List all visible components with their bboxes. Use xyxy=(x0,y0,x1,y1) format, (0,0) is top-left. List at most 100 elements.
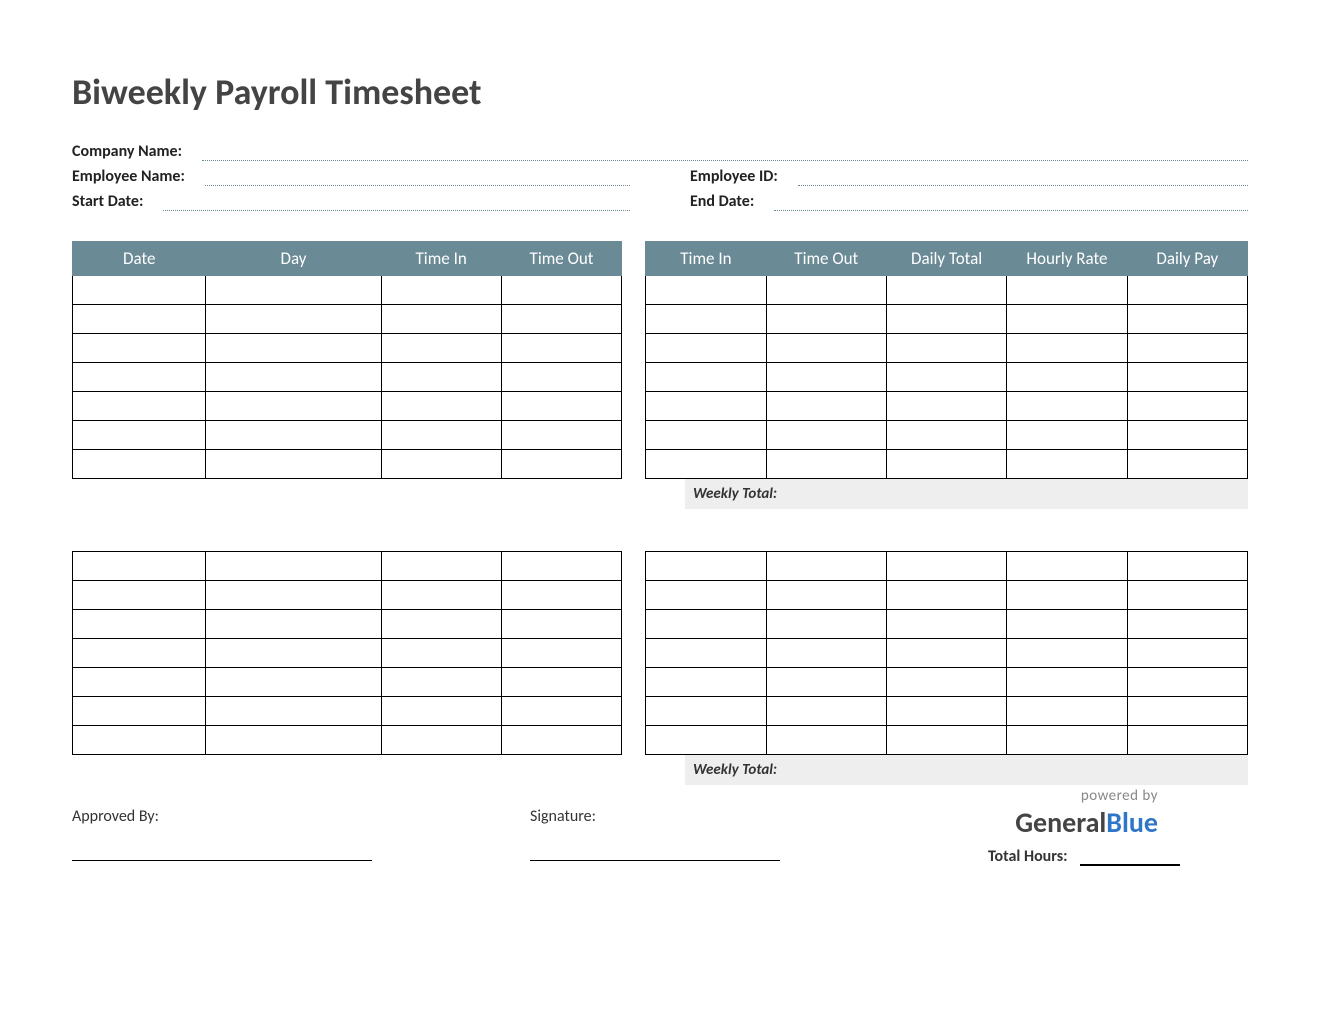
cell[interactable] xyxy=(501,276,621,305)
cell[interactable] xyxy=(646,668,766,697)
cell[interactable] xyxy=(73,392,206,421)
cell[interactable] xyxy=(766,726,886,755)
cell[interactable] xyxy=(501,334,621,363)
cell[interactable] xyxy=(1007,726,1127,755)
cell[interactable] xyxy=(646,639,766,668)
cell[interactable] xyxy=(766,334,886,363)
cell[interactable] xyxy=(766,363,886,392)
cell[interactable] xyxy=(886,581,1006,610)
cell[interactable] xyxy=(622,276,646,305)
employee-id-field[interactable] xyxy=(798,168,1248,186)
cell[interactable] xyxy=(501,450,621,479)
cell[interactable] xyxy=(886,668,1006,697)
cell[interactable] xyxy=(886,363,1006,392)
cell[interactable] xyxy=(1127,668,1247,697)
cell[interactable] xyxy=(886,334,1006,363)
cell[interactable] xyxy=(501,610,621,639)
cell[interactable] xyxy=(766,305,886,334)
cell[interactable] xyxy=(501,363,621,392)
cell[interactable] xyxy=(1127,581,1247,610)
cell[interactable] xyxy=(646,450,766,479)
cell[interactable] xyxy=(206,421,381,450)
cell[interactable] xyxy=(622,697,646,726)
cell[interactable] xyxy=(766,581,886,610)
cell[interactable] xyxy=(1127,305,1247,334)
cell[interactable] xyxy=(206,610,381,639)
cell[interactable] xyxy=(381,450,501,479)
cell[interactable] xyxy=(1007,639,1127,668)
cell[interactable] xyxy=(206,581,381,610)
cell[interactable] xyxy=(886,392,1006,421)
cell[interactable] xyxy=(1007,552,1127,581)
cell[interactable] xyxy=(1007,363,1127,392)
cell[interactable] xyxy=(206,697,381,726)
cell[interactable] xyxy=(1007,668,1127,697)
cell[interactable] xyxy=(1007,697,1127,726)
cell[interactable] xyxy=(1007,581,1127,610)
cell[interactable] xyxy=(206,668,381,697)
cell[interactable] xyxy=(206,726,381,755)
cell[interactable] xyxy=(73,639,206,668)
cell[interactable] xyxy=(1007,421,1127,450)
cell[interactable] xyxy=(501,392,621,421)
cell[interactable] xyxy=(886,305,1006,334)
cell[interactable] xyxy=(73,450,206,479)
cell[interactable] xyxy=(886,552,1006,581)
cell[interactable] xyxy=(1127,334,1247,363)
cell[interactable] xyxy=(766,668,886,697)
cell[interactable] xyxy=(381,726,501,755)
cell[interactable] xyxy=(501,697,621,726)
cell[interactable] xyxy=(766,610,886,639)
cell[interactable] xyxy=(886,697,1006,726)
signature-field[interactable] xyxy=(530,860,780,861)
cell[interactable] xyxy=(766,552,886,581)
cell[interactable] xyxy=(73,305,206,334)
cell[interactable] xyxy=(646,421,766,450)
cell[interactable] xyxy=(622,450,646,479)
cell[interactable] xyxy=(646,726,766,755)
cell[interactable] xyxy=(381,421,501,450)
cell[interactable] xyxy=(766,450,886,479)
cell[interactable] xyxy=(646,552,766,581)
cell[interactable] xyxy=(646,334,766,363)
cell[interactable] xyxy=(886,639,1006,668)
cell[interactable] xyxy=(1127,276,1247,305)
cell[interactable] xyxy=(501,552,621,581)
cell[interactable] xyxy=(886,276,1006,305)
cell[interactable] xyxy=(622,421,646,450)
cell[interactable] xyxy=(206,639,381,668)
cell[interactable] xyxy=(1127,450,1247,479)
cell[interactable] xyxy=(1127,639,1247,668)
cell[interactable] xyxy=(381,334,501,363)
cell[interactable] xyxy=(381,392,501,421)
cell[interactable] xyxy=(622,581,646,610)
cell[interactable] xyxy=(646,581,766,610)
cell[interactable] xyxy=(206,450,381,479)
cell[interactable] xyxy=(501,668,621,697)
cell[interactable] xyxy=(1127,392,1247,421)
cell[interactable] xyxy=(501,305,621,334)
cell[interactable] xyxy=(501,726,621,755)
cell[interactable] xyxy=(766,697,886,726)
cell[interactable] xyxy=(73,276,206,305)
cell[interactable] xyxy=(501,639,621,668)
cell[interactable] xyxy=(381,610,501,639)
cell[interactable] xyxy=(886,726,1006,755)
cell[interactable] xyxy=(886,421,1006,450)
cell[interactable] xyxy=(73,552,206,581)
cell[interactable] xyxy=(501,581,621,610)
cell[interactable] xyxy=(622,726,646,755)
company-name-field[interactable] xyxy=(202,143,1248,161)
cell[interactable] xyxy=(1127,552,1247,581)
cell[interactable] xyxy=(886,610,1006,639)
cell[interactable] xyxy=(1127,610,1247,639)
cell[interactable] xyxy=(381,305,501,334)
cell[interactable] xyxy=(381,363,501,392)
cell[interactable] xyxy=(646,610,766,639)
cell[interactable] xyxy=(381,668,501,697)
cell[interactable] xyxy=(206,363,381,392)
cell[interactable] xyxy=(73,610,206,639)
cell[interactable] xyxy=(73,668,206,697)
cell[interactable] xyxy=(646,305,766,334)
cell[interactable] xyxy=(381,552,501,581)
